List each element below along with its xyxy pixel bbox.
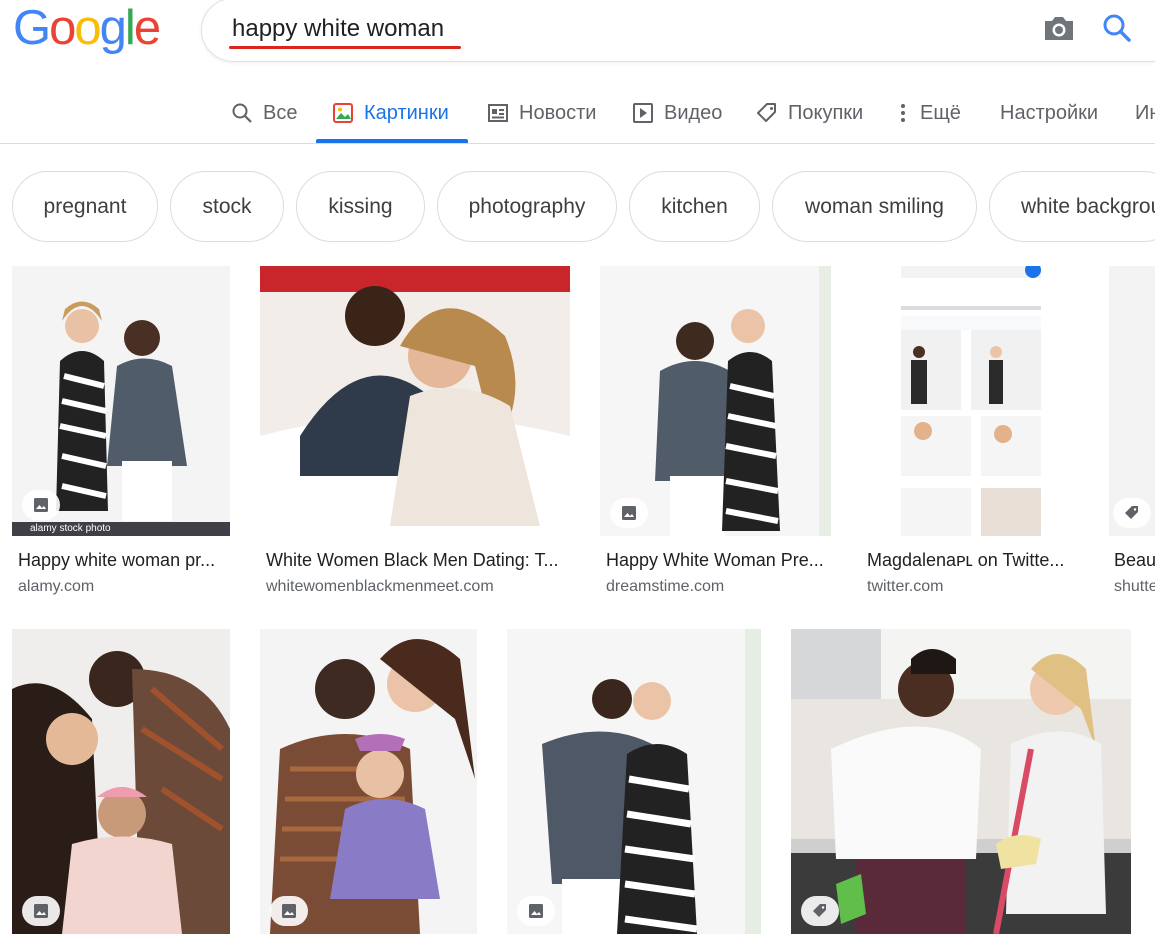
image-icon <box>270 896 308 926</box>
tab-tools[interactable]: Ин <box>1135 98 1155 128</box>
result-image[interactable] <box>791 629 1131 934</box>
result-image[interactable] <box>507 629 761 934</box>
logo-letter: G <box>13 1 51 55</box>
logo-letter: g <box>99 1 127 55</box>
tab-all[interactable]: Все <box>231 98 297 128</box>
more-vert-icon <box>901 104 905 122</box>
image-icon <box>517 896 555 926</box>
logo-letter: e <box>133 1 161 55</box>
result-source[interactable]: shutte <box>1114 578 1155 596</box>
watermark-text: alamy stock photo <box>12 522 230 536</box>
result-title[interactable]: Happy White Woman Pre... <box>606 550 828 571</box>
tag-icon <box>757 103 776 122</box>
result-source[interactable]: twitter.com <box>867 578 1077 596</box>
tab-label: Новости <box>519 101 597 124</box>
result-image[interactable] <box>260 266 570 536</box>
result-title[interactable]: Beau <box>1114 550 1155 571</box>
chip-stock[interactable]: stock <box>170 171 284 242</box>
logo-letter: o <box>49 1 76 55</box>
result-image[interactable] <box>12 629 230 934</box>
tab-label: Видео <box>664 101 723 124</box>
tab-label: Картинки <box>364 101 449 124</box>
result-title[interactable]: White Women Black Men Dating: T... <box>266 550 566 571</box>
chip-kitchen[interactable]: kitchen <box>629 171 760 242</box>
result-image[interactable]: alamy stock photo <box>12 266 230 536</box>
result-image[interactable] <box>600 266 831 536</box>
tab-label: Ин <box>1135 101 1155 124</box>
logo-letter: l <box>124 1 136 55</box>
result-source[interactable]: dreamstime.com <box>606 578 828 596</box>
result-image[interactable] <box>260 629 477 934</box>
tab-label: Все <box>263 101 298 124</box>
tab-images[interactable]: Картинки <box>332 98 449 128</box>
image-icon <box>333 103 353 123</box>
active-tab-indicator <box>316 139 468 143</box>
image-icon <box>22 490 60 520</box>
result-source[interactable]: alamy.com <box>18 578 228 596</box>
image-icon <box>610 498 648 528</box>
tab-label: Настройки <box>1000 101 1099 124</box>
search-tabs: Все Картинки Новости Видео Покупки Ещё Н… <box>0 82 1155 144</box>
search-icon <box>232 103 252 123</box>
tab-news[interactable]: Новости <box>487 98 596 128</box>
search-input[interactable] <box>232 13 992 45</box>
spellcheck-underline <box>229 46 461 49</box>
video-icon <box>633 103 653 123</box>
camera-icon[interactable] <box>1042 13 1076 43</box>
tag-icon <box>1113 498 1151 528</box>
chip-photography[interactable]: photography <box>437 171 617 242</box>
tab-shopping[interactable]: Покупки <box>756 98 863 128</box>
result-title[interactable]: Happy white woman pr... <box>18 550 228 571</box>
google-logo[interactable]: Google <box>13 1 161 55</box>
tab-label: Ещё <box>920 101 961 124</box>
chip-kissing[interactable]: kissing <box>296 171 425 242</box>
result-title[interactable]: Magdalenaᴘʟ on Twitte... <box>867 550 1077 571</box>
chip-woman-smiling[interactable]: woman smiling <box>772 171 977 242</box>
result-source[interactable]: whitewomenblackmenmeet.com <box>266 578 566 596</box>
image-icon <box>22 896 60 926</box>
tab-more[interactable]: Ещё <box>896 98 961 128</box>
tab-label: Покупки <box>788 101 864 124</box>
chip-pregnant[interactable]: pregnant <box>12 171 158 242</box>
logo-letter: o <box>74 1 101 55</box>
search-box[interactable] <box>201 0 1155 62</box>
news-icon <box>488 104 508 122</box>
tab-video[interactable]: Видео <box>632 98 722 128</box>
search-icon[interactable] <box>1100 11 1134 45</box>
result-image[interactable] <box>1109 266 1155 536</box>
tag-icon <box>801 896 839 926</box>
result-image[interactable] <box>861 266 1079 536</box>
tab-settings[interactable]: Настройки <box>1000 98 1098 128</box>
chip-white-background[interactable]: white backgrou <box>989 171 1155 242</box>
